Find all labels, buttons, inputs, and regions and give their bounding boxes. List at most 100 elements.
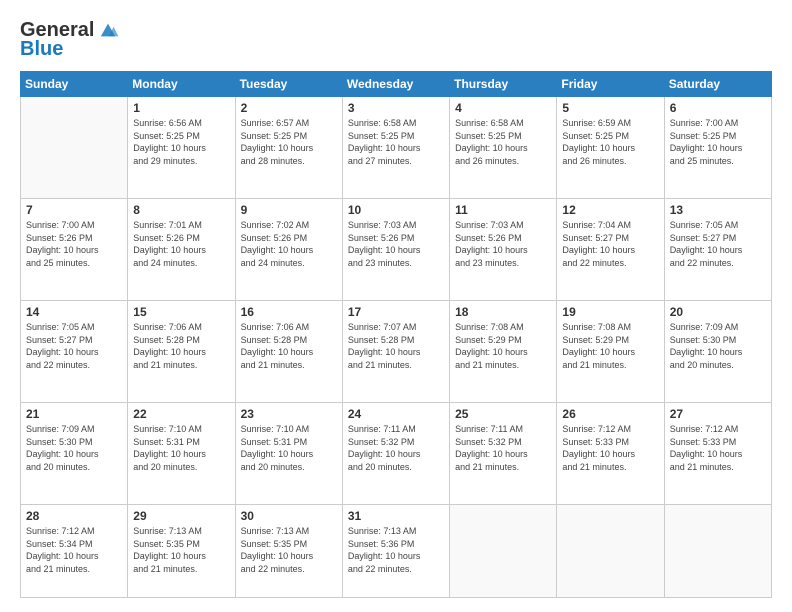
day-number: 26	[562, 407, 658, 421]
week-row-1: 1Sunrise: 6:56 AM Sunset: 5:25 PM Daylig…	[21, 97, 772, 199]
week-row-5: 28 Sunrise: 7:12 AM Sunset: 5:34 PM Dayli…	[21, 505, 772, 598]
weekday-header-thursday: Thursday	[450, 72, 557, 97]
day-info: Sunrise: 7:00 AM Sunset: 5:26 PM Dayligh…	[26, 219, 122, 269]
calendar-cell: 14 Sunrise: 7:05 AM Sunset: 5:27 PM Dayli…	[21, 301, 128, 403]
day-info: Sunrise: 6:59 AM Sunset: 5:25 PM Dayligh…	[562, 117, 658, 167]
calendar-cell: 4Sunrise: 6:58 AM Sunset: 5:25 PM Daylig…	[450, 97, 557, 199]
day-number: 4	[455, 101, 551, 115]
calendar-cell: 30 Sunrise: 7:13 AM Sunset: 5:35 PM Dayli…	[235, 505, 342, 598]
day-number: 30	[241, 509, 337, 523]
weekday-header-monday: Monday	[128, 72, 235, 97]
calendar-cell: 12Sunrise: 7:04 AM Sunset: 5:27 PM Dayli…	[557, 199, 664, 301]
day-number: 18	[455, 305, 551, 319]
day-number: 27	[670, 407, 766, 421]
calendar-cell: 19Sunrise: 7:08 AM Sunset: 5:29 PM Dayli…	[557, 301, 664, 403]
day-number: 8	[133, 203, 229, 217]
day-info: Sunrise: 7:05 AM Sunset: 5:27 PM Dayligh…	[670, 219, 766, 269]
calendar-cell: 5 Sunrise: 6:59 AM Sunset: 5:25 PM Daylig…	[557, 97, 664, 199]
day-number: 1	[133, 101, 229, 115]
calendar-cell	[21, 97, 128, 199]
day-info: Sunrise: 7:03 AM Sunset: 5:26 PM Dayligh…	[348, 219, 444, 269]
calendar-cell: 31 Sunrise: 7:13 AM Sunset: 5:36 PM Dayli…	[342, 505, 449, 598]
day-number: 21	[26, 407, 122, 421]
calendar-table: SundayMondayTuesdayWednesdayThursdayFrid…	[20, 71, 772, 598]
day-info: Sunrise: 7:08 AM Sunset: 5:29 PM Dayligh…	[455, 321, 551, 371]
calendar-cell: 15Sunrise: 7:06 AM Sunset: 5:28 PM Dayli…	[128, 301, 235, 403]
day-number: 12	[562, 203, 658, 217]
calendar-cell: 7 Sunrise: 7:00 AM Sunset: 5:26 PM Daylig…	[21, 199, 128, 301]
calendar-cell: 25 Sunrise: 7:11 AM Sunset: 5:32 PM Dayli…	[450, 403, 557, 505]
day-number: 24	[348, 407, 444, 421]
calendar-cell: 21 Sunrise: 7:09 AM Sunset: 5:30 PM Dayli…	[21, 403, 128, 505]
day-info: Sunrise: 7:13 AM Sunset: 5:36 PM Dayligh…	[348, 525, 444, 575]
day-number: 25	[455, 407, 551, 421]
weekday-header-saturday: Saturday	[664, 72, 771, 97]
calendar-cell: 3 Sunrise: 6:58 AM Sunset: 5:25 PM Daylig…	[342, 97, 449, 199]
day-number: 3	[348, 101, 444, 115]
calendar-cell: 18 Sunrise: 7:08 AM Sunset: 5:29 PM Dayli…	[450, 301, 557, 403]
day-number: 7	[26, 203, 122, 217]
calendar-cell: 11Sunrise: 7:03 AM Sunset: 5:26 PM Dayli…	[450, 199, 557, 301]
calendar-cell	[557, 505, 664, 598]
day-info: Sunrise: 7:06 AM Sunset: 5:28 PM Dayligh…	[241, 321, 337, 371]
calendar-cell	[450, 505, 557, 598]
weekday-header-friday: Friday	[557, 72, 664, 97]
calendar-cell: 10 Sunrise: 7:03 AM Sunset: 5:26 PM Dayli…	[342, 199, 449, 301]
day-number: 28	[26, 509, 122, 523]
day-number: 22	[133, 407, 229, 421]
calendar-cell: 9Sunrise: 7:02 AM Sunset: 5:26 PM Daylig…	[235, 199, 342, 301]
calendar-cell: 6 Sunrise: 7:00 AM Sunset: 5:25 PM Daylig…	[664, 97, 771, 199]
week-row-3: 14 Sunrise: 7:05 AM Sunset: 5:27 PM Dayli…	[21, 301, 772, 403]
day-number: 20	[670, 305, 766, 319]
week-row-2: 7 Sunrise: 7:00 AM Sunset: 5:26 PM Daylig…	[21, 199, 772, 301]
weekday-header-row: SundayMondayTuesdayWednesdayThursdayFrid…	[21, 72, 772, 97]
day-number: 14	[26, 305, 122, 319]
calendar-cell: 24 Sunrise: 7:11 AM Sunset: 5:32 PM Dayli…	[342, 403, 449, 505]
day-number: 6	[670, 101, 766, 115]
day-info: Sunrise: 7:02 AM Sunset: 5:26 PM Dayligh…	[241, 219, 337, 269]
day-info: Sunrise: 6:58 AM Sunset: 5:25 PM Dayligh…	[348, 117, 444, 167]
day-info: Sunrise: 7:00 AM Sunset: 5:25 PM Dayligh…	[670, 117, 766, 167]
day-number: 17	[348, 305, 444, 319]
day-info: Sunrise: 7:05 AM Sunset: 5:27 PM Dayligh…	[26, 321, 122, 371]
day-info: Sunrise: 7:11 AM Sunset: 5:32 PM Dayligh…	[455, 423, 551, 473]
calendar-cell: 20Sunrise: 7:09 AM Sunset: 5:30 PM Dayli…	[664, 301, 771, 403]
calendar-cell: 26 Sunrise: 7:12 AM Sunset: 5:33 PM Dayli…	[557, 403, 664, 505]
day-number: 5	[562, 101, 658, 115]
day-info: Sunrise: 7:06 AM Sunset: 5:28 PM Dayligh…	[133, 321, 229, 371]
calendar-cell	[664, 505, 771, 598]
calendar-cell: 29Sunrise: 7:13 AM Sunset: 5:35 PM Dayli…	[128, 505, 235, 598]
day-info: Sunrise: 7:09 AM Sunset: 5:30 PM Dayligh…	[26, 423, 122, 473]
day-info: Sunrise: 7:03 AM Sunset: 5:26 PM Dayligh…	[455, 219, 551, 269]
day-info: Sunrise: 7:08 AM Sunset: 5:29 PM Dayligh…	[562, 321, 658, 371]
week-row-4: 21 Sunrise: 7:09 AM Sunset: 5:30 PM Dayli…	[21, 403, 772, 505]
day-number: 23	[241, 407, 337, 421]
day-info: Sunrise: 7:12 AM Sunset: 5:33 PM Dayligh…	[670, 423, 766, 473]
day-info: Sunrise: 7:13 AM Sunset: 5:35 PM Dayligh…	[241, 525, 337, 575]
logo-icon	[96, 18, 120, 42]
weekday-header-tuesday: Tuesday	[235, 72, 342, 97]
calendar-cell: 23Sunrise: 7:10 AM Sunset: 5:31 PM Dayli…	[235, 403, 342, 505]
day-info: Sunrise: 7:07 AM Sunset: 5:28 PM Dayligh…	[348, 321, 444, 371]
calendar-cell: 1Sunrise: 6:56 AM Sunset: 5:25 PM Daylig…	[128, 97, 235, 199]
page: General Blue SundayMondayTuesdayWednesda…	[0, 0, 792, 612]
calendar-cell: 16 Sunrise: 7:06 AM Sunset: 5:28 PM Dayli…	[235, 301, 342, 403]
day-number: 10	[348, 203, 444, 217]
day-info: Sunrise: 7:12 AM Sunset: 5:33 PM Dayligh…	[562, 423, 658, 473]
day-info: Sunrise: 7:12 AM Sunset: 5:34 PM Dayligh…	[26, 525, 122, 575]
calendar-cell: 8 Sunrise: 7:01 AM Sunset: 5:26 PM Daylig…	[128, 199, 235, 301]
weekday-header-wednesday: Wednesday	[342, 72, 449, 97]
day-info: Sunrise: 7:11 AM Sunset: 5:32 PM Dayligh…	[348, 423, 444, 473]
calendar-cell: 27 Sunrise: 7:12 AM Sunset: 5:33 PM Dayli…	[664, 403, 771, 505]
logo: General Blue	[20, 18, 120, 61]
day-number: 13	[670, 203, 766, 217]
day-number: 29	[133, 509, 229, 523]
calendar-cell: 13 Sunrise: 7:05 AM Sunset: 5:27 PM Dayli…	[664, 199, 771, 301]
calendar-cell: 22Sunrise: 7:10 AM Sunset: 5:31 PM Dayli…	[128, 403, 235, 505]
day-number: 16	[241, 305, 337, 319]
day-number: 31	[348, 509, 444, 523]
calendar-cell: 2Sunrise: 6:57 AM Sunset: 5:25 PM Daylig…	[235, 97, 342, 199]
header: General Blue	[20, 18, 772, 61]
day-info: Sunrise: 7:01 AM Sunset: 5:26 PM Dayligh…	[133, 219, 229, 269]
calendar-cell: 28 Sunrise: 7:12 AM Sunset: 5:34 PM Dayli…	[21, 505, 128, 598]
